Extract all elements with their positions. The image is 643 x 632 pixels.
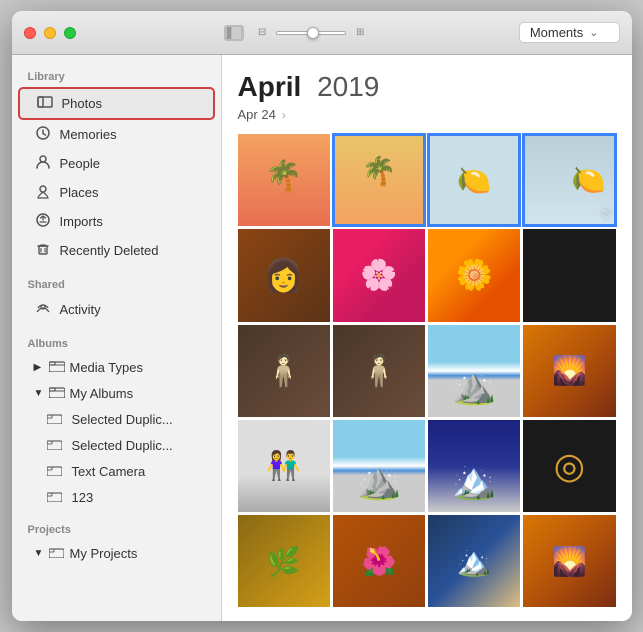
photo-thumb-9[interactable] xyxy=(238,325,330,417)
123-label: 123 xyxy=(72,490,94,505)
photo-thumb-5[interactable] xyxy=(238,229,330,321)
sidebar-item-activity[interactable]: Activity xyxy=(18,295,215,324)
photo-thumb-20[interactable] xyxy=(523,515,615,607)
photo-thumb-11[interactable] xyxy=(428,325,520,417)
selected2-folder-icon xyxy=(46,437,64,453)
date-label: Apr 24 xyxy=(238,107,276,122)
sidebar-item-selected-2[interactable]: Selected Duplic... xyxy=(18,432,215,458)
photo-month-title: April 2019 xyxy=(238,71,616,103)
date-chevron-icon[interactable]: › xyxy=(282,108,286,122)
photo-thumb-2[interactable] xyxy=(333,134,425,226)
sidebar-item-places[interactable]: Places xyxy=(18,178,215,207)
media-types-folder-icon xyxy=(48,359,66,375)
my-albums-folder-icon xyxy=(48,385,66,401)
sidebar-item-memories[interactable]: Memories xyxy=(18,120,215,149)
sidebar-item-people[interactable]: People xyxy=(18,149,215,178)
selected1-label: Selected Duplic... xyxy=(72,412,173,427)
sidebar-item-selected-1[interactable]: Selected Duplic... xyxy=(18,406,215,432)
main-content: Library Photos Memories People xyxy=(12,55,632,621)
imports-icon xyxy=(34,212,52,231)
zoom-slider-track[interactable] xyxy=(276,31,346,35)
recently-deleted-label: Recently Deleted xyxy=(60,243,159,258)
sidebar-item-imports[interactable]: Imports xyxy=(18,207,215,236)
library-section-header: Library xyxy=(12,65,221,87)
photo-area: April 2019 Apr 24 › ♡ xyxy=(222,55,632,621)
shared-section-header: Shared xyxy=(12,273,221,295)
places-label: Places xyxy=(60,185,99,200)
activity-icon xyxy=(34,300,52,319)
projects-arrow-icon: ▼ xyxy=(34,548,44,559)
albums-section-header: Albums xyxy=(12,332,221,354)
sidebar-item-text-camera[interactable]: Text Camera xyxy=(18,458,215,484)
text-camera-folder-icon xyxy=(46,463,64,479)
my-albums-label: My Albums xyxy=(70,386,134,401)
titlebar: ⊟ ⊞ Moments xyxy=(12,11,632,55)
places-icon xyxy=(34,183,52,202)
photo-thumb-6[interactable] xyxy=(333,229,425,321)
photos-label: Photos xyxy=(62,96,102,111)
sidebar: Library Photos Memories People xyxy=(12,55,222,621)
sidebar-item-123[interactable]: 123 xyxy=(18,484,215,510)
sidebar-toggle-button[interactable] xyxy=(224,25,244,41)
imports-label: Imports xyxy=(60,214,103,229)
media-types-label: Media Types xyxy=(70,360,143,375)
photo-thumb-1[interactable] xyxy=(238,134,330,226)
titlebar-center: ⊟ ⊞ xyxy=(76,25,519,41)
year-label: 2019 xyxy=(317,71,379,102)
close-button[interactable] xyxy=(24,27,36,39)
photo-thumb-18[interactable] xyxy=(333,515,425,607)
photo-thumb-15[interactable] xyxy=(428,420,520,512)
photo-grid: ♡ xyxy=(238,134,616,607)
photo-thumb-8[interactable] xyxy=(523,229,615,321)
zoom-in-icon: ⊞ xyxy=(350,25,370,41)
photo-thumb-4[interactable]: ♡ xyxy=(523,134,615,226)
photo-thumb-19[interactable] xyxy=(428,515,520,607)
photo-thumb-16[interactable] xyxy=(523,420,615,512)
photo-thumb-3[interactable] xyxy=(428,134,520,226)
activity-label: Activity xyxy=(60,302,101,317)
sidebar-item-my-projects[interactable]: ▼ My Projects xyxy=(18,540,215,566)
people-label: People xyxy=(60,156,100,171)
people-icon xyxy=(34,154,52,173)
photo-thumb-14[interactable] xyxy=(333,420,425,512)
memories-icon xyxy=(34,125,52,144)
view-mode-dropdown[interactable]: Moments xyxy=(519,22,620,43)
my-projects-label: My Projects xyxy=(70,546,138,561)
collapsed-arrow-icon: ▶ xyxy=(34,362,44,373)
photo-thumb-10[interactable] xyxy=(333,325,425,417)
view-mode-label: Moments xyxy=(530,25,583,40)
memories-label: Memories xyxy=(60,127,117,142)
month-label: April xyxy=(238,71,302,102)
trash-icon xyxy=(34,241,52,260)
heart-badge: ♡ xyxy=(601,208,612,222)
projects-section-header: Projects xyxy=(12,518,221,540)
sidebar-item-media-types[interactable]: ▶ Media Types xyxy=(18,354,215,380)
text-camera-label: Text Camera xyxy=(72,464,146,479)
expanded-arrow-icon: ▼ xyxy=(34,388,44,399)
photo-thumb-7[interactable] xyxy=(428,229,520,321)
photos-icon xyxy=(36,94,54,113)
123-folder-icon xyxy=(46,489,64,505)
my-projects-folder-icon xyxy=(48,545,66,561)
photo-thumb-12[interactable] xyxy=(523,325,615,417)
date-nav: Apr 24 › xyxy=(238,107,616,122)
photo-thumb-17[interactable] xyxy=(238,515,330,607)
sidebar-item-recently-deleted[interactable]: Recently Deleted xyxy=(18,236,215,265)
maximize-button[interactable] xyxy=(64,27,76,39)
selected1-folder-icon xyxy=(46,411,64,427)
zoom-slider-area[interactable]: ⊟ ⊞ xyxy=(252,25,370,41)
photo-thumb-13[interactable] xyxy=(238,420,330,512)
sidebar-item-photos[interactable]: Photos xyxy=(18,87,215,120)
zoom-out-icon: ⊟ xyxy=(252,25,272,41)
traffic-lights xyxy=(24,27,76,39)
zoom-slider-thumb[interactable] xyxy=(307,27,319,39)
sidebar-item-my-albums[interactable]: ▼ My Albums xyxy=(18,380,215,406)
selected2-label: Selected Duplic... xyxy=(72,438,173,453)
app-window: ⊟ ⊞ Moments Library Photos xyxy=(12,11,632,621)
minimize-button[interactable] xyxy=(44,27,56,39)
sidebar-icon xyxy=(224,25,244,41)
